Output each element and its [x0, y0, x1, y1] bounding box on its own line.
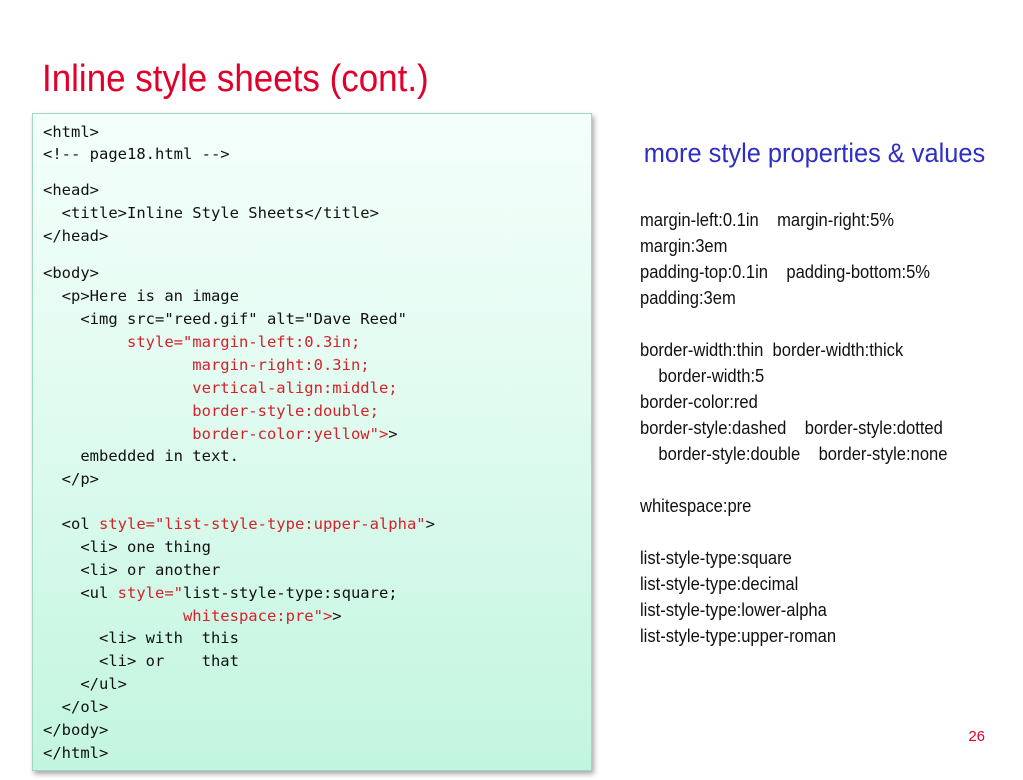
code-line: <li> or that — [43, 652, 239, 670]
code-line-attribute: border-color:yellow">> — [43, 423, 398, 445]
page-number: 26 — [968, 728, 985, 745]
code-line: <!-- page18.html --> — [43, 145, 230, 163]
code-line-attribute: style="margin-left:0.3in; — [43, 333, 361, 351]
property-line: list-style-type:upper-roman — [640, 626, 837, 646]
code-line-attribute: vertical-align:middle; — [43, 379, 398, 397]
property-line: border-width:5 — [640, 366, 765, 386]
property-line: border-style:dashed border-style:dotted — [640, 418, 943, 438]
code-attribute-text: whitespace:pre"> — [43, 607, 333, 625]
property-line: list-style-type:lower-alpha — [640, 600, 827, 620]
code-line: <head> — [43, 181, 99, 199]
code-line: <li> with this — [43, 629, 239, 647]
property-line: list-style-type:decimal — [640, 574, 799, 594]
code-attribute-text: style="list-style-type:upper-alpha" — [99, 515, 426, 533]
property-line: margin:3em — [640, 236, 728, 256]
code-line: <title>Inline Style Sheets</title> — [43, 204, 379, 222]
code-line: <li> or another — [43, 561, 221, 579]
code-line: <ul style="list-style-type:square; — [43, 584, 398, 602]
code-listing-box: <html> <!-- page18.html --> <head> <titl… — [32, 113, 592, 771]
code-attribute-text: style=" — [117, 584, 183, 602]
code-tag-close: > — [388, 425, 398, 443]
property-line: padding-top:0.1in padding-bottom:5% — [640, 262, 931, 282]
code-line-attribute: border-style:double; — [43, 402, 379, 420]
property-line: whitespace:pre — [640, 496, 752, 516]
code-line: </ul> — [43, 675, 127, 693]
property-line: border-width:thin border-width:thick — [640, 340, 904, 360]
code-line: </html> — [43, 744, 109, 762]
code-line: </head> — [43, 227, 109, 245]
code-line: embedded in text. — [43, 447, 239, 465]
code-line: <body> — [43, 264, 99, 282]
code-attribute-text: border-color:yellow"> — [43, 425, 389, 443]
code-tag-close: > — [332, 607, 342, 625]
code-line-attribute: margin-right:0.3in; — [43, 356, 370, 374]
property-line: border-color:red — [640, 392, 758, 412]
slide-title: Inline style sheets (cont.) — [42, 58, 429, 100]
property-line: border-style:double border-style:none — [640, 444, 948, 464]
code-line: <li> one thing — [43, 538, 211, 556]
code-line: <img src="reed.gif" alt="Dave Reed" — [43, 310, 407, 328]
code-line: </body> — [43, 721, 109, 739]
code-line: whitespace:pre">> — [43, 605, 342, 627]
code-line: <p>Here is an image — [43, 287, 239, 305]
property-line: list-style-type:square — [640, 548, 792, 568]
property-line: padding:3em — [640, 288, 736, 308]
properties-heading: more style properties & values — [643, 138, 985, 168]
code-line: <html> — [43, 123, 99, 141]
code-line: </ol> — [43, 698, 109, 716]
code-line: <ol style="list-style-type:upper-alpha"> — [43, 515, 435, 533]
code-line: </p> — [43, 470, 99, 488]
property-line: margin-left:0.1in margin-right:5% — [640, 210, 895, 230]
